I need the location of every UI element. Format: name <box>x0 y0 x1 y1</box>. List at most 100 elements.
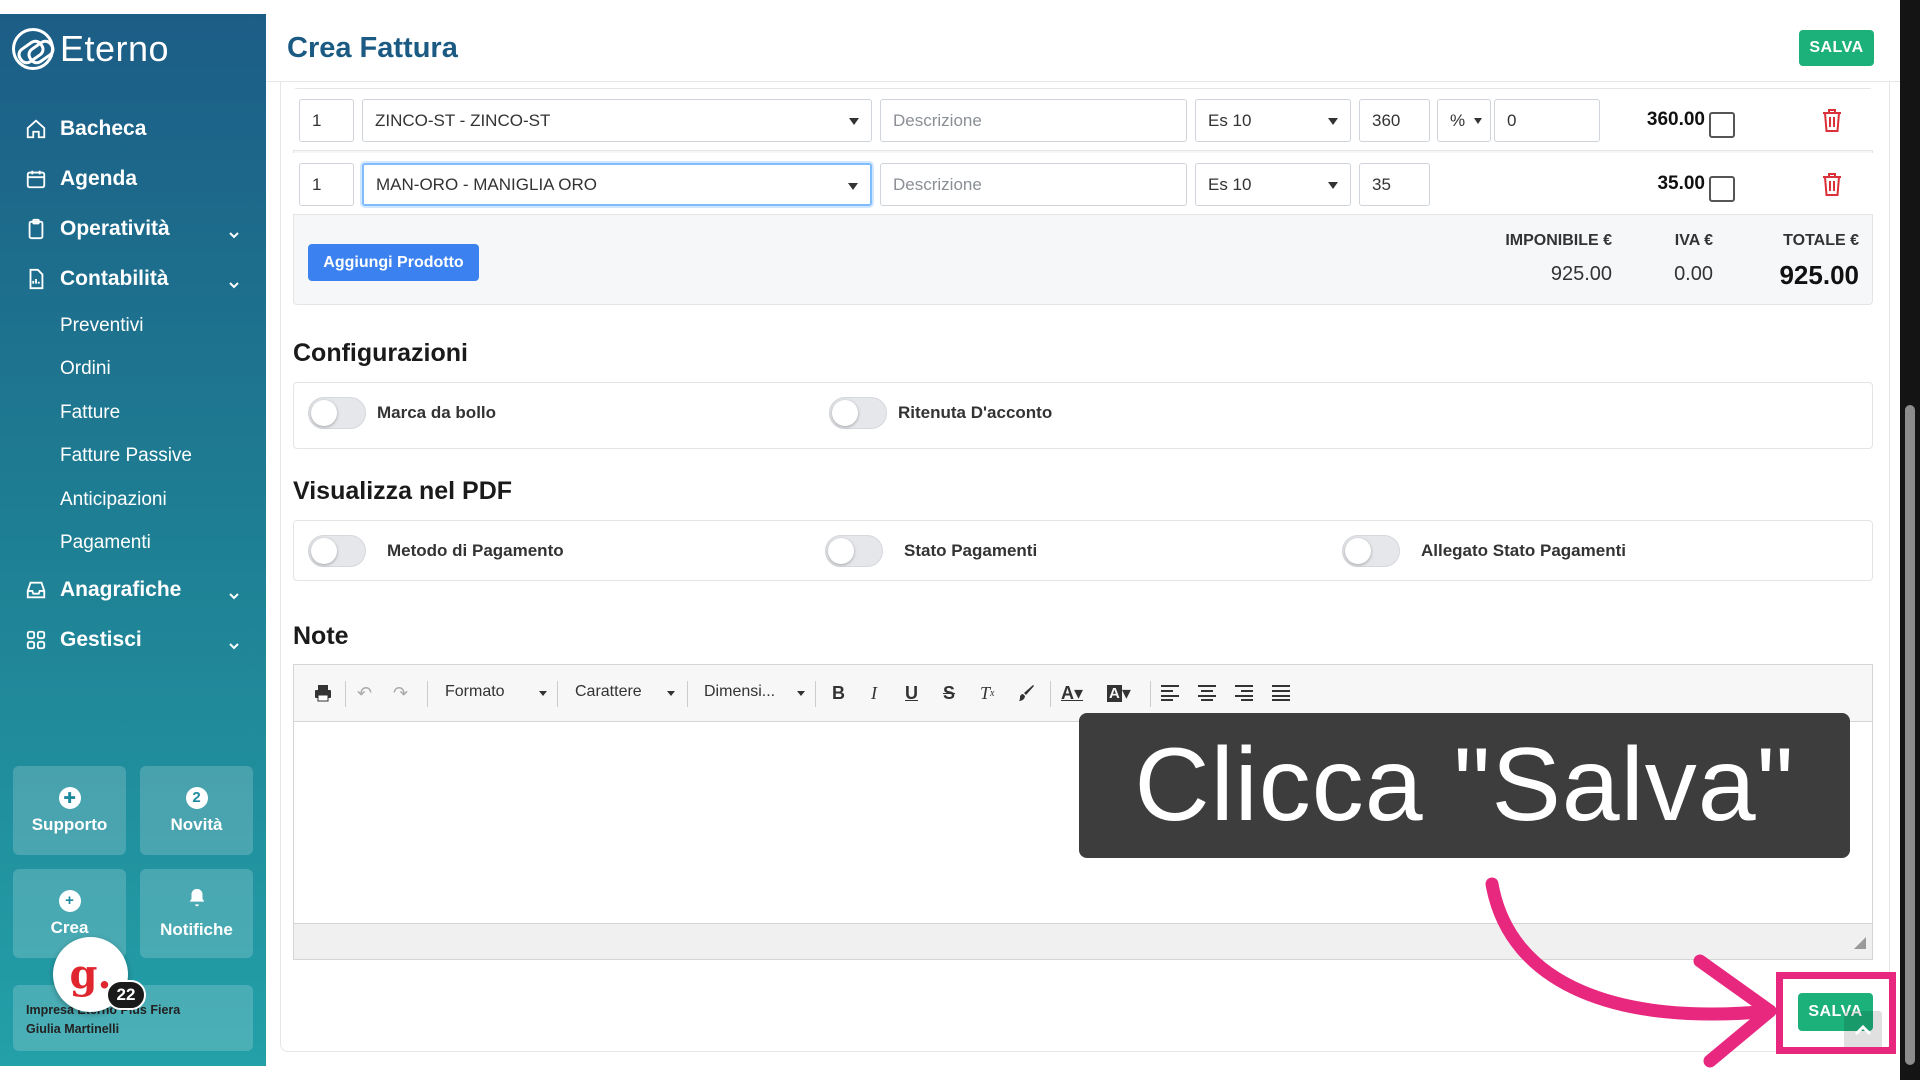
sidebar-item-anagrafiche[interactable]: Anagrafiche <box>0 565 266 615</box>
bell-icon <box>186 887 208 914</box>
sidebar-item-label: Gestisci <box>60 628 142 651</box>
lifebuoy-icon: ✚ <box>58 786 81 809</box>
clipboard-icon <box>24 217 48 241</box>
strikethrough-icon[interactable]: S <box>943 681 955 705</box>
description-input[interactable]: Descrizione <box>880 163 1187 206</box>
imponibile-label: IMPONIBILE € <box>1505 232 1612 249</box>
sidebar-subitem-fatture[interactable]: Fatture <box>0 391 266 435</box>
row-checkbox[interactable] <box>1709 176 1735 202</box>
highlight-box <box>1776 972 1896 1054</box>
paint-brush-icon[interactable] <box>1016 681 1036 705</box>
align-left-icon[interactable] <box>1161 681 1179 705</box>
caret-down-icon <box>667 691 675 696</box>
supporto-button[interactable]: ✚ Supporto <box>13 766 126 855</box>
quantity-input[interactable]: 1 <box>299 99 354 142</box>
scrollbar-thumb[interactable] <box>1905 405 1915 1065</box>
toolbar-separator <box>427 681 428 707</box>
caret-down-icon <box>539 691 547 696</box>
description-input[interactable]: Descrizione <box>880 99 1187 142</box>
note-title: Note <box>293 622 349 650</box>
product-select[interactable]: ZINCO-ST - ZINCO-ST <box>362 99 872 142</box>
chevron-down-icon <box>228 222 240 246</box>
quantity-input[interactable]: 1 <box>299 163 354 206</box>
trash-icon[interactable] <box>1821 107 1843 133</box>
notifiche-button[interactable]: Notifiche <box>140 869 253 958</box>
configurazioni-title: Configurazioni <box>293 339 468 367</box>
sidebar-item-operativita[interactable]: Operatività <box>0 204 266 254</box>
novita-label: Novità <box>170 814 223 834</box>
redo-icon[interactable]: ↷ <box>393 681 408 705</box>
product-row: 1 ZINCO-ST - ZINCO-ST Descrizione Es 10 … <box>293 89 1873 151</box>
toolbar-separator <box>557 681 558 707</box>
product-select[interactable]: MAN-ORO - MANIGLIA ORO <box>362 163 872 206</box>
caret-down-icon <box>797 691 805 696</box>
sidebar-item-label: Agenda <box>60 167 138 190</box>
price-input[interactable]: 360 <box>1359 99 1430 142</box>
price-input[interactable]: 35 <box>1359 163 1430 206</box>
vat-select-value: Es 10 <box>1208 174 1252 194</box>
vat-select[interactable]: Es 10 <box>1195 99 1351 142</box>
home-icon <box>24 117 48 141</box>
dimensione-select[interactable]: Dimensi... <box>704 683 775 701</box>
toolbar-separator <box>345 681 346 707</box>
allegato-stato-pagamenti-toggle[interactable] <box>1342 535 1400 567</box>
sidebar-item-label: Contabilità <box>60 267 169 290</box>
toolbar-separator <box>687 681 688 707</box>
carattere-select[interactable]: Carattere <box>575 683 642 701</box>
sidebar-item-contabilita[interactable]: Contabilità <box>0 254 266 304</box>
sidebar-subitem-anticipazioni[interactable]: Anticipazioni <box>0 478 266 522</box>
discount-input[interactable]: 0 <box>1494 99 1600 142</box>
sidebar-subitem-pagamenti[interactable]: Pagamenti <box>0 522 266 566</box>
align-right-icon[interactable] <box>1235 681 1253 705</box>
tutorial-callout: Clicca "Salva" <box>1079 713 1850 858</box>
vat-select[interactable]: Es 10 <box>1195 163 1351 206</box>
print-icon[interactable] <box>313 681 333 705</box>
novita-button[interactable]: 2 Novità <box>140 766 253 855</box>
metodo-pagamento-toggle[interactable] <box>308 535 366 567</box>
crea-label: Crea <box>50 917 89 937</box>
sidebar-item-gestisci[interactable]: Gestisci <box>0 615 266 665</box>
align-center-icon[interactable] <box>1198 681 1216 705</box>
background-color-icon[interactable]: A ▾ <box>1107 681 1131 705</box>
row-total: 35.00 <box>1657 173 1705 194</box>
caret-down-icon <box>1474 118 1482 124</box>
stato-pagamenti-label: Stato Pagamenti <box>904 541 1038 560</box>
metodo-pagamento-label: Metodo di Pagamento <box>387 541 564 560</box>
toolbar-separator <box>1150 681 1151 707</box>
product-select-value: MAN-ORO - MANIGLIA ORO <box>376 174 598 194</box>
imponibile-value: 925.00 <box>1550 263 1612 285</box>
marca-da-bollo-toggle[interactable] <box>308 397 366 429</box>
notifiche-label: Notifiche <box>160 920 233 939</box>
page-title: Crea Fattura <box>287 32 458 64</box>
chevron-down-icon <box>228 272 240 296</box>
stato-pagamenti-toggle[interactable] <box>825 535 883 567</box>
sidebar-subitem-preventivi[interactable]: Preventivi <box>0 304 266 348</box>
app-logo[interactable]: Eterno <box>12 28 169 70</box>
undo-icon[interactable]: ↶ <box>357 681 372 705</box>
sidebar-item-bacheca[interactable]: Bacheca <box>0 104 266 154</box>
sidebar-item-agenda[interactable]: Agenda <box>0 154 266 204</box>
align-justify-icon[interactable] <box>1272 681 1290 705</box>
ritenuta-acconto-toggle[interactable] <box>829 397 887 429</box>
product-row: 1 MAN-ORO - MANIGLIA ORO Descrizione Es … <box>293 153 1873 215</box>
save-button[interactable]: SALVA <box>1799 30 1874 66</box>
iva-label: IVA € <box>1674 232 1713 249</box>
sidebar-subitem-fatture-passive[interactable]: Fatture Passive <box>0 435 266 479</box>
toolbar-separator <box>815 681 816 707</box>
user-name: Giulia Martinelli <box>26 1022 120 1036</box>
discount-type-select[interactable]: % <box>1437 99 1491 142</box>
totale-value: 925.00 <box>1779 260 1859 290</box>
formato-select[interactable]: Formato <box>445 683 505 701</box>
text-color-icon[interactable]: A▾ <box>1061 681 1083 705</box>
row-checkbox[interactable] <box>1709 112 1735 138</box>
sidebar-subitem-ordini[interactable]: Ordini <box>0 348 266 392</box>
trash-icon[interactable] <box>1821 171 1843 197</box>
bold-icon[interactable]: B <box>832 681 845 705</box>
caret-down-icon <box>1328 118 1338 125</box>
add-product-button[interactable]: Aggiungi Prodotto <box>308 244 479 281</box>
clear-format-icon[interactable]: Tx <box>980 681 994 705</box>
italic-icon[interactable]: I <box>871 681 877 705</box>
caret-down-icon <box>849 118 859 125</box>
underline-icon[interactable]: U <box>905 681 918 705</box>
inbox-icon <box>24 578 48 602</box>
